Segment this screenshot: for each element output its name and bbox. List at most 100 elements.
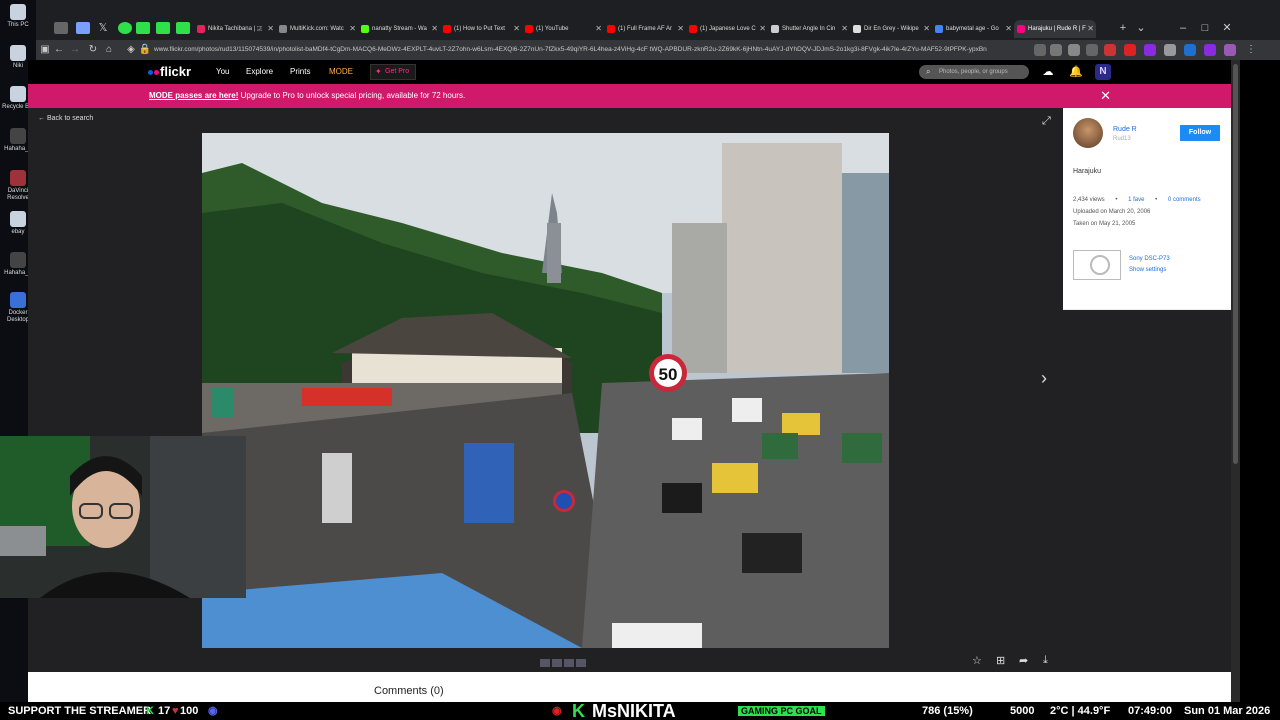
nav-you[interactable]: You: [216, 64, 230, 80]
favicon-icon: [689, 25, 697, 33]
url-field[interactable]: www.flickr.com/photos/rud13/115074539/in…: [154, 42, 1034, 58]
clock-date: Sun 01 Mar 2026: [1184, 705, 1271, 717]
favorite-star-icon[interactable]: ☆: [972, 654, 982, 667]
thumbnail[interactable]: [540, 659, 550, 667]
mode-passes-link[interactable]: MODE passes are here!: [149, 91, 238, 100]
close-window-icon[interactable]: ✕: [1218, 20, 1236, 36]
sidebar-toggle-icon[interactable]: ▣: [38, 43, 52, 57]
pinned-tab-icon[interactable]: [76, 22, 90, 34]
extension-icon[interactable]: [1124, 44, 1136, 56]
new-tab-icon[interactable]: +: [1114, 20, 1132, 36]
nav-prints[interactable]: Prints: [290, 64, 310, 80]
tab-actions-icon[interactable]: [54, 22, 68, 34]
fullscreen-expand-icon[interactable]: ⤢: [1042, 115, 1051, 128]
star-icon[interactable]: [1050, 44, 1062, 56]
extension-icon[interactable]: [1086, 44, 1098, 56]
download-icon[interactable]: ⤓: [1043, 654, 1048, 667]
photostream-thumbnails[interactable]: [540, 654, 588, 667]
tab[interactable]: MultiKick.com: Watc ✕: [276, 20, 358, 38]
views-count: 2,434 views: [1073, 197, 1105, 203]
thumbnail[interactable]: [576, 659, 586, 667]
webcam-streamer-image: [0, 436, 246, 598]
thumbnail[interactable]: [552, 659, 562, 667]
desktop-icon-this-pc[interactable]: This PC: [2, 4, 34, 29]
maximize-icon[interactable]: □: [1196, 20, 1214, 36]
extension-icon[interactable]: [1204, 44, 1216, 56]
page-scrollbar[interactable]: [1231, 60, 1240, 702]
close-tab-icon[interactable]: ✕: [513, 20, 520, 38]
follow-button[interactable]: Follow: [1180, 125, 1220, 141]
close-tab-icon[interactable]: ✕: [677, 20, 684, 38]
extension-icon[interactable]: [1144, 44, 1156, 56]
owner-handle: Rud13: [1113, 136, 1131, 142]
tab[interactable]: Shutter Angle In Cin ✕: [768, 20, 850, 38]
scrollbar-thumb[interactable]: [1233, 64, 1238, 464]
favicon-icon: [525, 25, 533, 33]
upload-cloud-icon[interactable]: ☁: [1041, 65, 1055, 79]
profile-icon[interactable]: [1224, 44, 1236, 56]
upload-date: Uploaded on March 20, 2006: [1073, 209, 1151, 215]
lock-icon[interactable]: 🔒: [138, 43, 152, 57]
forward-icon[interactable]: →: [68, 43, 82, 57]
extension-icon[interactable]: [1104, 44, 1116, 56]
tab[interactable]: (1) YouTube ✕: [522, 20, 604, 38]
close-tab-icon[interactable]: ✕: [349, 20, 356, 38]
close-tab-icon[interactable]: ✕: [841, 20, 848, 38]
x-icon[interactable]: 𝕏: [94, 20, 112, 36]
shield-icon[interactable]: ◈: [124, 43, 138, 57]
extension-icon[interactable]: [1034, 44, 1046, 56]
notification-bell-icon[interactable]: 🔔: [1069, 65, 1083, 79]
show-settings-link[interactable]: Show settings: [1129, 267, 1166, 273]
extension-icon[interactable]: [1184, 44, 1196, 56]
close-tab-icon[interactable]: ✕: [267, 20, 274, 38]
close-tab-icon[interactable]: ✕: [923, 20, 930, 38]
tab[interactable]: Nikita Tachibana | 🇯 ✕: [194, 20, 276, 38]
close-tab-icon[interactable]: ✕: [1087, 20, 1094, 38]
close-tab-icon[interactable]: ✕: [1005, 20, 1012, 38]
owner-avatar[interactable]: [1073, 118, 1103, 148]
next-photo-arrow-icon[interactable]: ›: [1041, 368, 1047, 389]
banner-text: Upgrade to Pro to unlock special pricing…: [238, 91, 466, 100]
pinned-tab-icon[interactable]: [156, 22, 170, 34]
thumbnail[interactable]: [564, 659, 574, 667]
pinned-tab-icon[interactable]: [136, 22, 150, 34]
tab[interactable]: Dir En Grey - Wikipe ✕: [850, 20, 932, 38]
chevron-down-icon[interactable]: ⌄: [1132, 20, 1150, 36]
tab[interactable]: nanatty Stream - Wa ✕: [358, 20, 440, 38]
add-to-gallery-icon[interactable]: ⊞: [996, 654, 1005, 667]
tab[interactable]: (1) How to Put Text ✕: [440, 20, 522, 38]
back-icon[interactable]: ←: [52, 43, 66, 57]
close-banner-icon[interactable]: ✕: [1100, 84, 1111, 108]
comments-link[interactable]: 0 comments: [1168, 197, 1201, 203]
close-tab-icon[interactable]: ✕: [431, 20, 438, 38]
tab[interactable]: (1) Full Frame AF Ar ✕: [604, 20, 686, 38]
pinned-tab-icon[interactable]: [118, 22, 132, 34]
minimize-icon[interactable]: –: [1174, 20, 1192, 36]
tab[interactable]: (1) Japanese Love C ✕: [686, 20, 768, 38]
close-tab-icon[interactable]: ✕: [759, 20, 766, 38]
pinned-tab-icon[interactable]: [176, 22, 190, 34]
comments-heading: Comments (0): [374, 685, 444, 697]
reload-icon[interactable]: ↻: [86, 43, 100, 57]
search-icon: ⌕: [926, 67, 931, 76]
menu-icon[interactable]: ⋮: [1244, 43, 1258, 57]
extension-icon[interactable]: [1164, 44, 1176, 56]
tab[interactable]: babymetal age - Go ✕: [932, 20, 1014, 38]
main-photo[interactable]: 50: [202, 133, 889, 648]
home-icon[interactable]: ⌂: [102, 43, 116, 57]
user-avatar[interactable]: N: [1095, 64, 1111, 80]
get-pro-button[interactable]: ✦ Get Pro: [370, 64, 416, 80]
search-input[interactable]: ⌕ Photos, people, or groups: [919, 65, 1029, 79]
share-icon[interactable]: ➦: [1019, 654, 1028, 667]
back-to-search-link[interactable]: ← Back to search: [38, 115, 93, 122]
extension-icon[interactable]: [1068, 44, 1080, 56]
tab-active[interactable]: Harajuku | Rude R | F ✕: [1014, 20, 1096, 38]
logo-blue-dot-icon: [148, 70, 153, 76]
faves-link[interactable]: 1 fave: [1128, 197, 1144, 203]
flickr-logo[interactable]: flickr: [148, 64, 191, 80]
nav-mode[interactable]: MODE: [329, 64, 353, 80]
owner-name-link[interactable]: Rude R: [1113, 126, 1137, 133]
close-tab-icon[interactable]: ✕: [595, 20, 602, 38]
nav-explore[interactable]: Explore: [246, 64, 273, 80]
camera-name-link[interactable]: Sony DSC-P73: [1129, 256, 1170, 262]
